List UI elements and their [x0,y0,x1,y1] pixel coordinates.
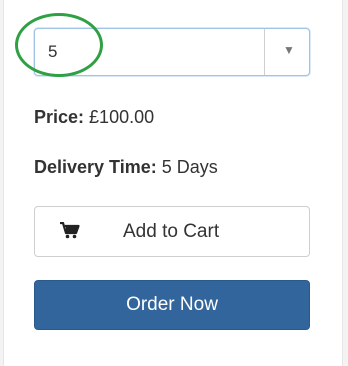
product-card: 5 ▼ Price: £100.00 Delivery Time: 5 Days… [3,0,343,366]
order-now-button[interactable]: Order Now [34,280,310,330]
cart-icon [60,222,80,239]
delivery-value: 5 Days [161,157,218,177]
select-divider [264,29,265,75]
add-to-cart-button[interactable]: Add to Cart [34,206,310,257]
price-label: Price: [34,107,85,127]
triangle-down-icon[interactable]: ▼ [283,43,295,57]
highlight-circle-annotation [15,13,103,77]
order-now-label: Order Now [126,294,218,315]
add-to-cart-label: Add to Cart [123,221,220,242]
delivery-row: Delivery Time: 5 Days [34,157,218,178]
delivery-label: Delivery Time: [34,157,157,177]
price-value: £100.00 [89,107,155,127]
price-row: Price: £100.00 [34,107,154,128]
